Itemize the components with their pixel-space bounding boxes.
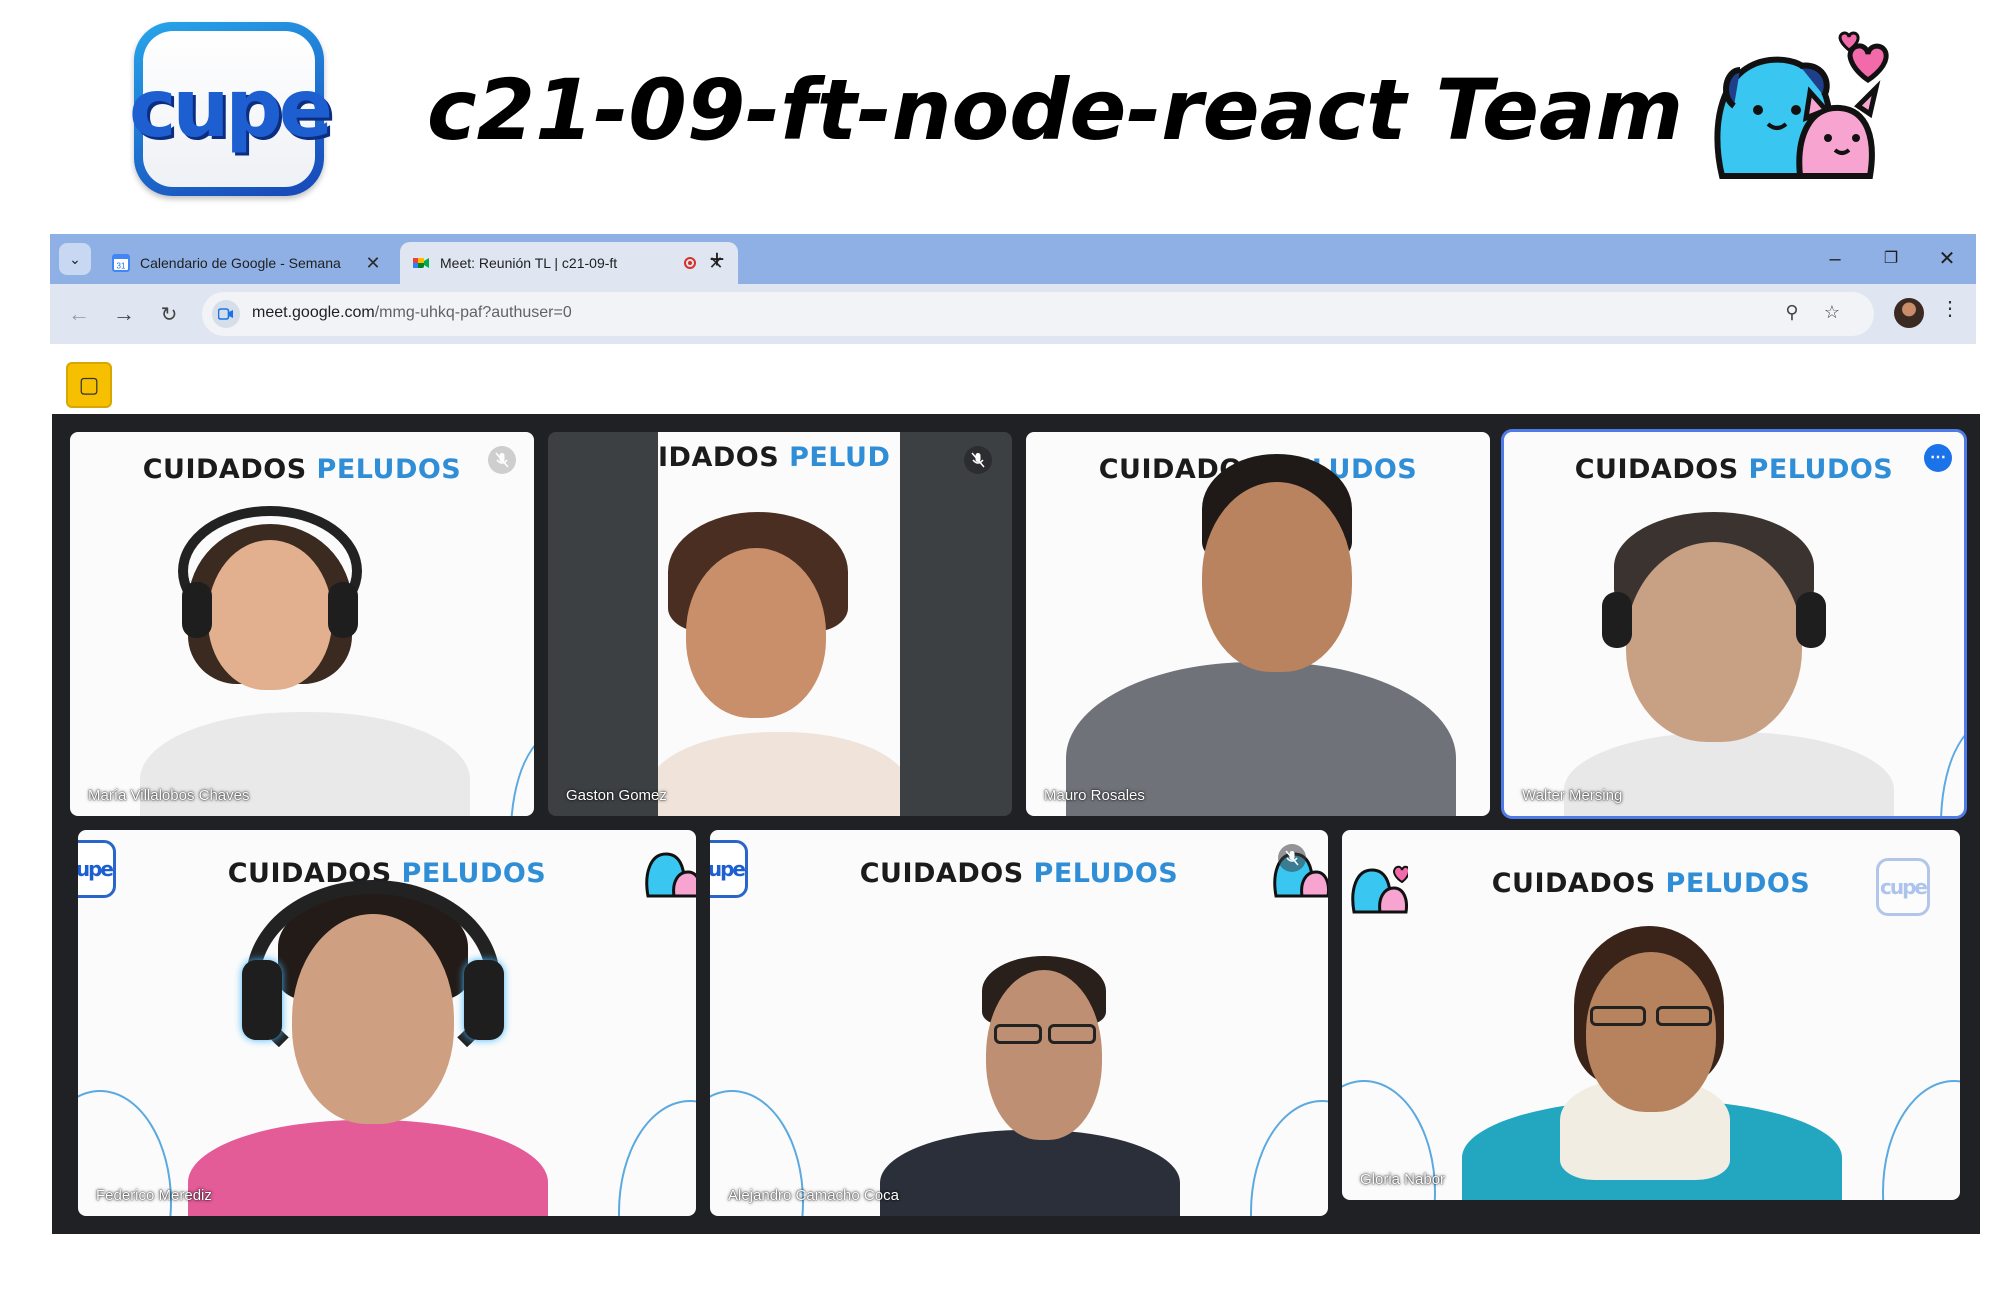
participant-face <box>1586 952 1716 1112</box>
address-bar[interactable]: meet.google.com/mmg-uhkq-paf?authuser=0 … <box>202 292 1874 336</box>
toolbar: ← → ↻ meet.google.com/mmg-uhkq-paf?authu… <box>50 284 1976 344</box>
cupe-mini-logo: cupe <box>710 840 748 898</box>
zoom-icon[interactable]: ⚲ <box>1780 302 1804 323</box>
forward-icon[interactable]: → <box>107 297 141 331</box>
recording-icon <box>684 257 696 269</box>
participant-name: Gaston Gomez <box>566 787 667 804</box>
headset-earcup <box>464 960 504 1040</box>
headset-earcup <box>1602 592 1632 648</box>
cupe-logo-text: cupe <box>129 62 333 155</box>
participant-glasses <box>1656 1006 1712 1026</box>
participant-body <box>658 732 900 816</box>
cupe-logo: cupe <box>129 22 333 196</box>
participant-tile[interactable]: CUIDADOS PELUDOS Mauro Rosales <box>1026 432 1490 816</box>
pets-logo <box>1714 31 1889 179</box>
participant-name: Mauro Rosales <box>1044 787 1145 804</box>
site-camera-icon[interactable] <box>212 300 240 328</box>
participant-name: Walter Mersing <box>1522 787 1623 804</box>
tile-banner: CUIDADOS PELUDOS <box>859 858 1179 889</box>
tab-calendar[interactable]: 31 Calendario de Google - Semana ✕ <box>100 242 395 284</box>
tile-banner: CUIDADOS PELUDOS <box>1491 868 1811 899</box>
minimize-icon[interactable]: – <box>1820 244 1850 274</box>
calendar-day: 31 <box>117 262 126 271</box>
cupe-mini-logo: cupe <box>1876 858 1930 916</box>
tab-title: Calendario de Google - Semana <box>140 255 341 271</box>
pets-mini-logo <box>1351 865 1408 914</box>
background-wave <box>618 1100 696 1216</box>
more-options-icon[interactable]: ⋯ <box>1924 444 1952 472</box>
reload-icon[interactable]: ↻ <box>152 297 186 331</box>
url-text[interactable]: meet.google.com/mmg-uhkq-paf?authuser=0 <box>252 304 572 322</box>
restore-icon[interactable]: ❐ <box>1876 244 1906 274</box>
bookmark-star-icon[interactable]: ☆ <box>1820 302 1844 323</box>
headset-earcup <box>242 960 282 1040</box>
close-window-icon[interactable]: ✕ <box>1932 244 1962 274</box>
participant-name: María Villalobos Chaves <box>88 787 250 804</box>
url-host: meet.google.com <box>252 304 375 321</box>
participant-name: Gloria Nabor <box>1360 1171 1446 1188</box>
headset-earcup <box>1796 592 1826 648</box>
background-wave <box>1940 722 1964 816</box>
background-wave <box>1250 1100 1328 1216</box>
extension-door-icon[interactable]: ▢ <box>66 362 112 408</box>
background-wave <box>510 732 534 816</box>
participant-glasses <box>994 1024 1042 1044</box>
background-wave <box>1882 1080 1960 1200</box>
participant-name: Alejandro Camacho Coca <box>728 1187 899 1204</box>
profile-avatar[interactable] <box>1894 298 1924 328</box>
participant-glasses <box>1590 1006 1646 1026</box>
tab-search-button[interactable]: ⌄ <box>59 243 91 275</box>
browser-window: ⌄ 31 Calendario de Google - Semana ✕ Mee… <box>50 234 1976 344</box>
participant-tile[interactable]: CUIDADOS PELUDOS cupe Gloria Nabor <box>1342 830 1960 1200</box>
google-calendar-icon: 31 <box>112 254 130 272</box>
participant-video: IDADOS PELUD <box>658 432 900 816</box>
participant-tile[interactable]: IDADOS PELUD Gaston Gomez <box>548 432 1012 816</box>
new-tab-button[interactable]: + <box>702 245 732 273</box>
tile-banner: CUIDADOS PELUDOS <box>142 454 462 485</box>
headset-earcup <box>182 582 212 638</box>
chevron-down-icon: ⌄ <box>69 250 81 267</box>
participant-face <box>1202 482 1352 672</box>
participant-body <box>880 1130 1180 1216</box>
participant-body <box>188 1120 548 1216</box>
headset-earcup <box>328 582 358 638</box>
more-menu-icon[interactable]: ⋮ <box>1938 296 1962 321</box>
participant-tile-active[interactable]: CUIDADOS PELUDOS ⋯ Walter Mersing <box>1504 432 1964 816</box>
url-path: /mmg-uhkq-paf?authuser=0 <box>374 304 572 321</box>
google-meet-icon <box>413 258 429 268</box>
participant-face <box>1626 542 1802 742</box>
close-icon[interactable]: ✕ <box>363 253 383 274</box>
meet-stage: CUIDADOS PELUDOS María Villalobos Chaves… <box>52 414 1980 1234</box>
mic-off-icon <box>488 446 516 474</box>
cupe-mini-logo: cupe <box>78 840 116 898</box>
page-title: c21-09-ft-node-react Team <box>426 61 1684 159</box>
participant-face <box>986 970 1102 1140</box>
participant-tile[interactable]: CUIDADOS PELUDOS cupe Alejandro Camacho … <box>710 830 1328 1216</box>
participant-tile[interactable]: CUIDADOS PELUDOS María Villalobos Chaves <box>70 432 534 816</box>
tile-banner: CUIDADOS PELUDOS <box>1574 454 1894 485</box>
back-icon[interactable]: ← <box>62 297 96 331</box>
tab-strip: ⌄ 31 Calendario de Google - Semana ✕ Mee… <box>50 234 1976 284</box>
mic-off-icon <box>1278 844 1306 872</box>
participant-face <box>686 548 826 718</box>
tab-title: Meet: Reunión TL | c21-09-ft <box>440 255 618 271</box>
pets-mini-logo <box>645 852 696 898</box>
mic-off-icon <box>964 446 992 474</box>
participant-glasses <box>1048 1024 1096 1044</box>
tile-banner: IDADOS PELUD <box>658 442 891 473</box>
tab-meet[interactable]: Meet: Reunión TL | c21-09-ft ✕ <box>400 242 738 284</box>
headset <box>246 880 500 1080</box>
participant-name: Federico Merediz <box>96 1187 212 1204</box>
participant-tile[interactable]: CUIDADOS PELUDOS cupe Federico Merediz <box>78 830 696 1216</box>
